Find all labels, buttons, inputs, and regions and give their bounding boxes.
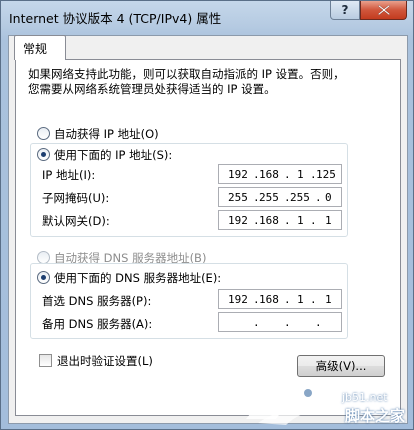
octet-1: 255 bbox=[228, 191, 248, 204]
octet-2: 255 bbox=[259, 191, 279, 204]
manual-dns-radio[interactable]: 使用下面的 DNS 服务器地址(E): bbox=[37, 270, 225, 286]
octet-2: 168 bbox=[259, 293, 279, 306]
octet-4: 1 bbox=[325, 293, 332, 306]
octet-3: 255 bbox=[290, 191, 310, 204]
octet-4: 125 bbox=[316, 168, 336, 181]
ip-address-field[interactable]: 192 . 168 . 1 . 125 bbox=[218, 164, 342, 184]
radio-button-selected-icon bbox=[37, 271, 50, 284]
validate-on-exit-checkbox[interactable] bbox=[39, 354, 52, 367]
octet-4: 1 bbox=[325, 214, 332, 227]
watermark-name: 脚本之家 bbox=[345, 407, 406, 425]
octet-3: 1 bbox=[297, 293, 304, 306]
manual-ip-label: 使用下面的 IP 地址(S): bbox=[54, 148, 173, 162]
radio-button-icon bbox=[37, 127, 50, 140]
dialog-window: Internet 协议版本 4 (TCP/IPv4) 属性 ? 常规 如果网络支… bbox=[0, 0, 414, 430]
subnet-mask-field[interactable]: 255 . 255 . 255 . 0 bbox=[218, 187, 342, 207]
validate-on-exit-label: 退出时验证设置(L) bbox=[57, 354, 153, 368]
octet-1: 192 bbox=[228, 168, 248, 181]
manual-ip-radio[interactable]: 使用下面的 IP 地址(S): bbox=[37, 147, 176, 163]
description-line-2: 您需要从网络系统管理员处获得适当的 IP 设置。 bbox=[28, 82, 276, 96]
ip-address-label: IP 地址(I): bbox=[42, 168, 96, 182]
octet-1: 192 bbox=[228, 293, 248, 306]
manual-dns-label: 使用下面的 DNS 服务器地址(E): bbox=[54, 271, 222, 285]
help-button[interactable]: ? bbox=[330, 1, 360, 20]
title-bar[interactable]: Internet 协议版本 4 (TCP/IPv4) 属性 ? bbox=[1, 1, 413, 31]
octet-3: 1 bbox=[297, 168, 304, 181]
watermark-site: jb51.net bbox=[342, 391, 388, 404]
octet-3: 1 bbox=[297, 214, 304, 227]
close-button[interactable] bbox=[360, 1, 407, 20]
octet-2: 168 bbox=[259, 168, 279, 181]
octet-2: 168 bbox=[259, 214, 279, 227]
advanced-button[interactable]: 高级(V)... bbox=[297, 355, 385, 377]
auto-ip-label: 自动获得 IP 地址(O) bbox=[54, 127, 159, 141]
subnet-mask-label: 子网掩码(U): bbox=[42, 191, 110, 205]
alternate-dns-label: 备用 DNS 服务器(A): bbox=[42, 317, 153, 331]
preferred-dns-field[interactable]: 192 . 168 . 1 . 1 bbox=[218, 289, 342, 309]
alternate-dns-field[interactable]: . . . bbox=[218, 312, 342, 332]
close-icon bbox=[378, 5, 390, 15]
default-gateway-label: 默认网关(D): bbox=[42, 214, 110, 228]
description-text: 如果网络支持此功能，则可以获取自动指派的 IP 设置。否则， 您需要从网络系统管… bbox=[28, 67, 368, 97]
octet-1: 192 bbox=[228, 214, 248, 227]
window-title: Internet 协议版本 4 (TCP/IPv4) 属性 bbox=[9, 11, 222, 26]
description-line-1: 如果网络支持此功能，则可以获取自动指派的 IP 设置。否则， bbox=[28, 67, 345, 81]
auto-ip-radio[interactable]: 自动获得 IP 地址(O) bbox=[37, 126, 162, 142]
watermark-logo bbox=[246, 389, 320, 425]
default-gateway-field[interactable]: 192 . 168 . 1 . 1 bbox=[218, 210, 342, 230]
tab-general[interactable]: 常规 bbox=[14, 35, 66, 60]
preferred-dns-label: 首选 DNS 服务器(P): bbox=[42, 294, 152, 308]
radio-button-selected-icon bbox=[37, 148, 50, 161]
octet-4: 0 bbox=[325, 191, 332, 204]
